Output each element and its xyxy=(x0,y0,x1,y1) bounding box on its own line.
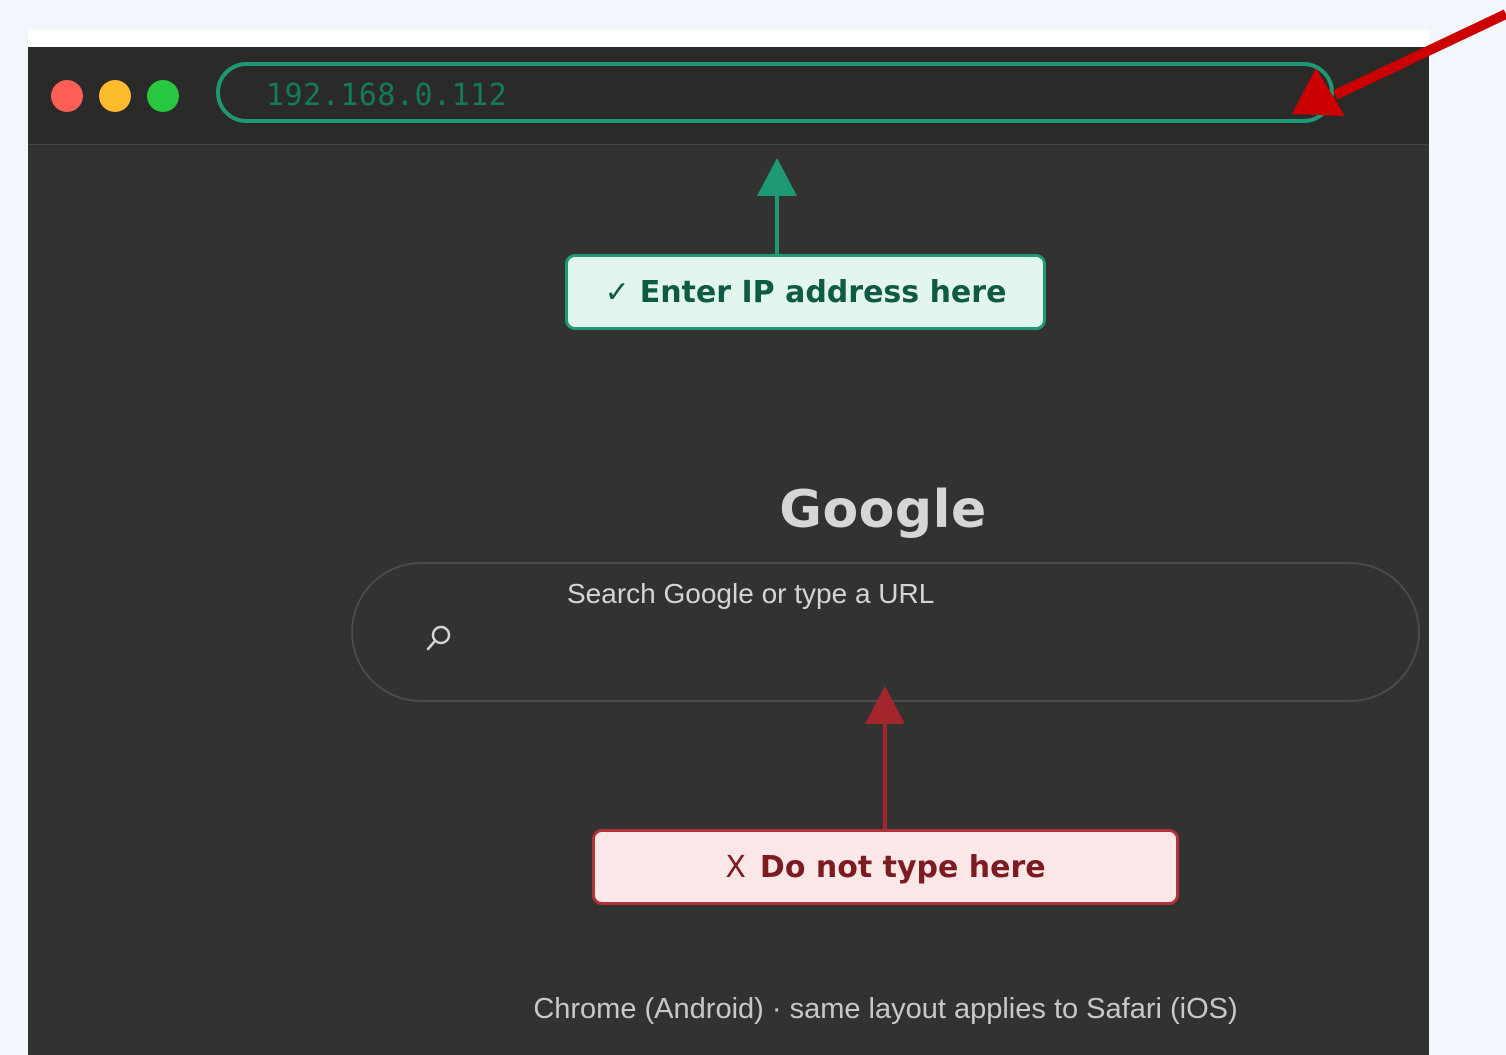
window-top-strip xyxy=(28,30,1429,47)
checkmark-icon: ✓ xyxy=(604,274,630,310)
x-mark-icon: X xyxy=(725,849,746,885)
minimize-window-button[interactable] xyxy=(99,80,131,112)
search-placeholder: Search Google or type a URL xyxy=(567,578,935,609)
correct-callout-text: Enter IP address here xyxy=(639,274,1007,310)
browser-window: 192.168.0.112 ✓ Enter IP address here Go… xyxy=(28,47,1429,1055)
footer-caption: Chrome (Android) · same layout applies t… xyxy=(533,993,1238,1025)
maximize-window-button[interactable] xyxy=(147,80,179,112)
close-window-button[interactable] xyxy=(51,80,83,112)
wrong-callout-text: Do not type here xyxy=(759,849,1046,885)
wrong-pointer-line xyxy=(883,719,887,831)
address-bar-value: 192.168.0.112 xyxy=(266,78,508,113)
correct-pointer-line xyxy=(775,191,779,257)
search-icon xyxy=(426,625,451,651)
correct-callout: ✓ Enter IP address here xyxy=(565,254,1046,330)
browser-toolbar: 192.168.0.112 xyxy=(28,47,1429,145)
search-box[interactable]: Search Google or type a URL xyxy=(351,562,1420,702)
google-logo: Google xyxy=(779,480,987,540)
address-bar[interactable]: 192.168.0.112 xyxy=(216,62,1334,123)
wrong-callout: X Do not type here xyxy=(592,829,1179,905)
